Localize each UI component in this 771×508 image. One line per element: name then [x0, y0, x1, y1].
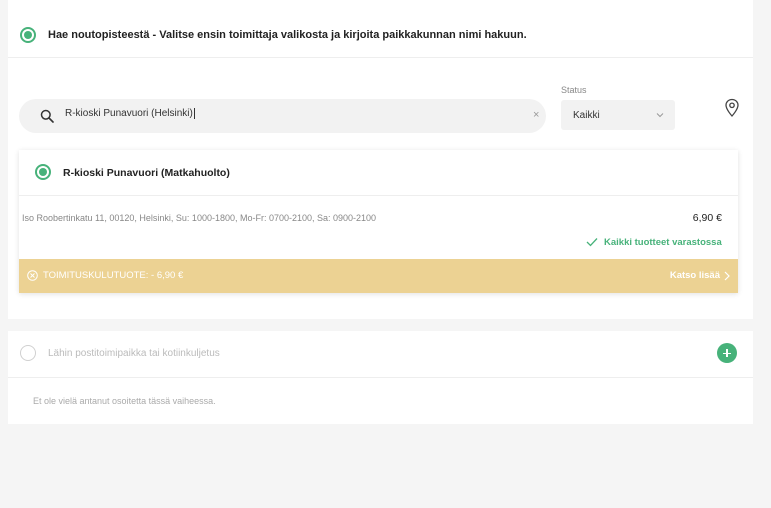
divider — [19, 195, 738, 196]
pickup-radio[interactable] — [20, 27, 36, 43]
status-label: Status — [561, 85, 587, 95]
stock-status: Kaikki tuotteet varastossa — [604, 237, 722, 248]
close-circle-icon — [27, 270, 38, 281]
search-box[interactable]: R-kioski Punavuori (Helsinki) × — [19, 99, 546, 133]
pickup-card: Hae noutopisteestä - Valitse ensin toimi… — [8, 0, 753, 319]
text-caret — [193, 108, 195, 119]
search-icon — [40, 109, 54, 123]
chevron-right-icon — [724, 271, 730, 281]
checkmark-icon — [586, 238, 598, 247]
home-delivery-option-header[interactable]: Lähin postitoimipaikka tai kotiinkuljetu… — [8, 331, 753, 378]
pickup-point-price: 6,90 € — [692, 212, 722, 224]
add-address-button[interactable] — [717, 343, 737, 363]
home-delivery-title: Lähin postitoimipaikka tai kotiinkuljetu… — [48, 348, 220, 359]
search-input-value: R-kioski Punavuori (Helsinki) — [65, 108, 193, 120]
location-pin-icon[interactable] — [724, 98, 740, 118]
shipping-fee-banner[interactable]: TOIMITUSKULUTUOTE: - 6,90 € Katso lisää — [19, 259, 738, 293]
status-select[interactable]: Kaikki — [561, 100, 675, 130]
pickup-result-card[interactable]: R-kioski Punavuori (Matkahuolto) Iso Roo… — [19, 150, 738, 293]
pickup-option-title: Hae noutopisteestä - Valitse ensin toimi… — [48, 29, 527, 41]
pickup-option-header[interactable]: Hae noutopisteestä - Valitse ensin toimi… — [8, 18, 753, 58]
home-delivery-card: Lähin postitoimipaikka tai kotiinkuljetu… — [8, 331, 753, 424]
checkout-delivery-page: Hae noutopisteestä - Valitse ensin toimi… — [0, 0, 771, 508]
see-more-link[interactable]: Katso lisää — [670, 270, 720, 281]
pickup-point-name: R-kioski Punavuori (Matkahuolto) — [63, 167, 230, 179]
home-delivery-note: Et ole vielä antanut osoitetta tässä vai… — [33, 396, 216, 406]
chevron-down-icon — [656, 113, 664, 118]
pickup-point-address: Iso Roobertinkatu 11, 00120, Helsinki, S… — [22, 213, 377, 223]
home-delivery-radio[interactable] — [20, 345, 36, 361]
clear-search-button[interactable]: × — [533, 109, 539, 121]
shipping-fee-text: TOIMITUSKULUTUOTE: - 6,90 € — [43, 270, 184, 281]
pickup-point-radio[interactable] — [35, 164, 51, 180]
status-select-value: Kaikki — [573, 110, 600, 121]
search-input[interactable]: R-kioski Punavuori (Helsinki) — [65, 108, 505, 124]
